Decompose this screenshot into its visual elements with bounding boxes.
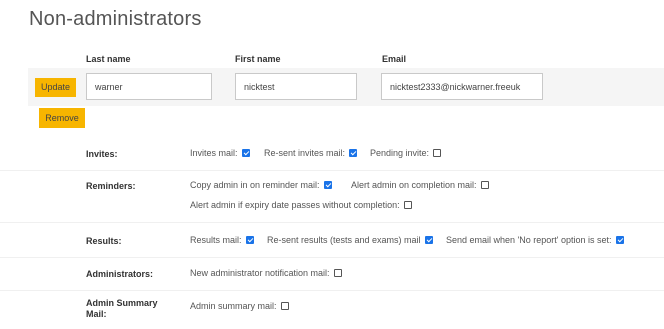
update-button[interactable]: Update [35,78,76,97]
invites-mail-option: Invites mail: [190,148,250,158]
alert-admin-expiry-option: Alert admin if expiry date passes withou… [190,200,412,210]
divider [0,170,664,171]
admin-summary-heading-line2: Mail: [86,309,107,319]
results-mail-option: Results mail: [190,235,254,245]
new-admin-notification-label: New administrator notification mail: [190,268,330,278]
invites-mail-checkbox[interactable] [241,149,250,157]
resent-invites-mail-option: Re-sent invites mail: [264,148,358,158]
resent-results-mail-checkbox[interactable] [424,236,433,244]
alert-admin-completion-option: Alert admin on completion mail: [351,180,489,190]
no-report-email-checkbox[interactable] [615,236,624,244]
alert-admin-completion-checkbox[interactable] [480,181,489,189]
column-header-email: Email [382,54,407,64]
administrators-heading: Administrators: [86,269,154,279]
divider [0,290,664,291]
resent-results-mail-option: Re-sent results (tests and exams) mail [267,235,433,245]
resent-invites-mail-label: Re-sent invites mail: [264,148,346,158]
admin-summary-heading-line1: Admin Summary [86,298,158,308]
admin-summary-heading: Admin Summary Mail: [86,298,158,320]
admin-summary-mail-label: Admin summary mail: [190,301,277,311]
column-header-last-name: Last name [86,54,131,64]
alert-admin-completion-label: Alert admin on completion mail: [351,180,477,190]
reminders-heading: Reminders: [86,181,136,191]
invites-heading: Invites: [86,149,118,159]
divider [0,257,664,258]
no-report-email-label: Send email when 'No report' option is se… [446,235,612,245]
results-heading: Results: [86,236,122,246]
no-report-email-option: Send email when 'No report' option is se… [446,235,624,245]
results-mail-checkbox[interactable] [245,236,254,244]
copy-admin-reminder-option: Copy admin in on reminder mail: [190,180,332,190]
resent-results-mail-label: Re-sent results (tests and exams) mail [267,235,421,245]
divider [0,222,664,223]
copy-admin-reminder-checkbox[interactable] [323,181,332,189]
new-admin-notification-option: New administrator notification mail: [190,268,342,278]
pending-invite-option: Pending invite: [370,148,442,158]
email-input[interactable] [381,73,543,100]
remove-button[interactable]: Remove [39,108,85,128]
alert-admin-expiry-label: Alert admin if expiry date passes withou… [190,200,400,210]
copy-admin-reminder-label: Copy admin in on reminder mail: [190,180,320,190]
new-admin-notification-checkbox[interactable] [333,269,342,277]
admin-summary-mail-checkbox[interactable] [280,302,289,310]
pending-invite-checkbox[interactable] [433,149,442,157]
alert-admin-expiry-checkbox[interactable] [403,201,412,209]
results-mail-label: Results mail: [190,235,242,245]
column-header-first-name: First name [235,54,281,64]
admin-summary-mail-option: Admin summary mail: [190,301,289,311]
invites-mail-label: Invites mail: [190,148,238,158]
first-name-input[interactable] [235,73,357,100]
last-name-input[interactable] [86,73,212,100]
pending-invite-label: Pending invite: [370,148,430,158]
resent-invites-mail-checkbox[interactable] [349,149,358,157]
page-title: Non-administrators [29,8,202,30]
